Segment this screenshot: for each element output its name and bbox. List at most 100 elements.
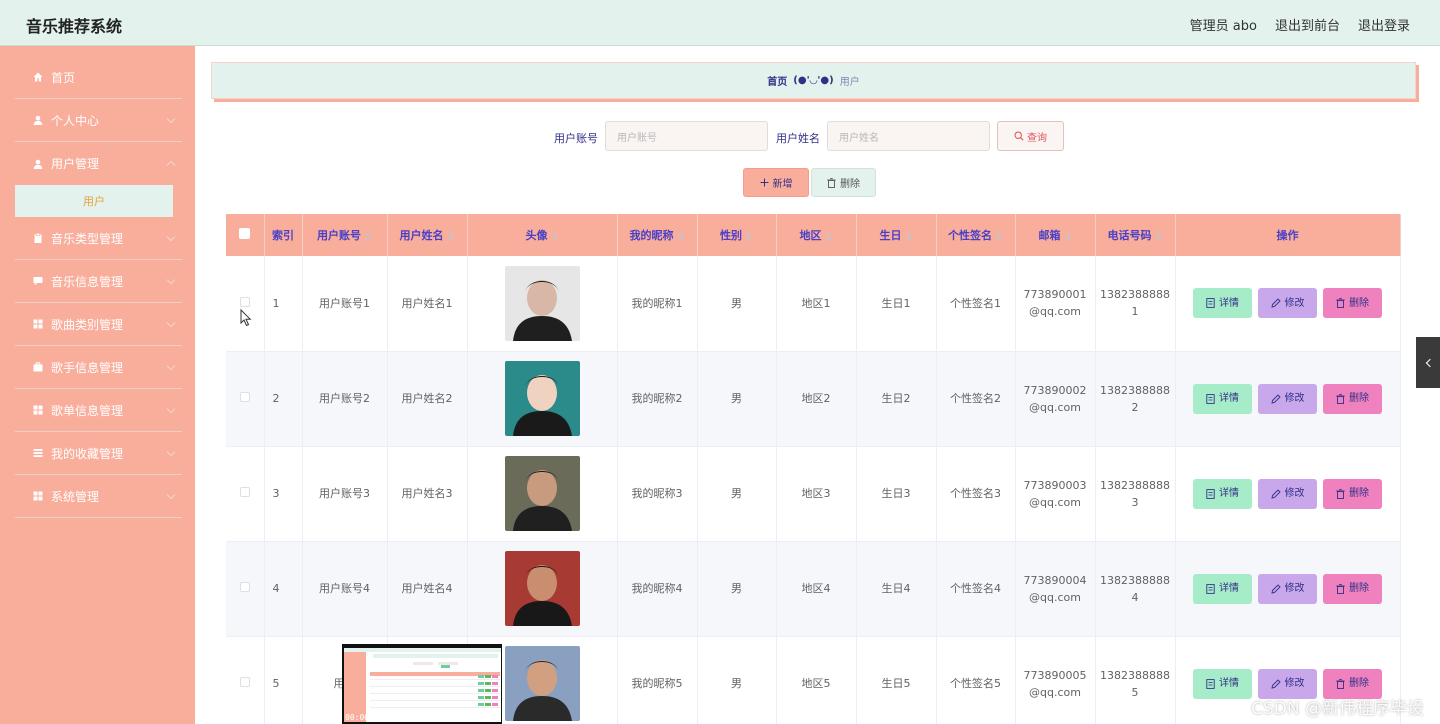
column-header-signature[interactable]: 个性签名 [936,214,1016,256]
column-header-email[interactable]: 邮箱 [1015,214,1096,256]
sidebar-item-music-info-management[interactable]: 音乐信息管理 [15,260,182,303]
sidebar-item-system-management[interactable]: 系统管理 [15,475,182,518]
chevron-down-icon [166,318,176,328]
detail-button[interactable]: 详情 [1193,573,1252,604]
sidebar-item-personal-center[interactable]: 个人中心 [15,99,182,142]
detail-button[interactable]: 详情 [1193,288,1252,319]
email-line-1: 773890002 [1023,383,1087,397]
column-header-phone[interactable]: 电话号码 [1095,214,1176,256]
detail-button[interactable]: 详情 [1193,478,1252,509]
column-header-name[interactable]: 用户姓名 [387,214,468,256]
cell-select[interactable] [226,446,265,542]
edit-button-label: 修改 [1284,583,1305,594]
column-header-label: 地区 [799,229,822,242]
trash-icon [1336,298,1345,309]
app-title: 音乐推荐系统 [26,17,123,36]
detail-button[interactable]: 详情 [1193,668,1252,699]
cell-avatar [467,351,618,447]
table-row[interactable]: 4 用户账号4 用户姓名4 我的昵称4 男地区4 生日4 个性签名4 773890004 @qq… [226,541,1401,637]
sort-icon[interactable] [447,231,455,241]
sort-icon[interactable] [995,231,1003,241]
user-icon [33,115,43,125]
sort-icon[interactable] [1155,231,1163,241]
phone-line-2: 5 [1131,685,1139,699]
sort-icon[interactable] [905,231,913,241]
column-header-region[interactable]: 地区 [776,214,857,256]
column-header-label: 生日 [879,229,902,242]
phone-line-2: 2 [1131,400,1139,414]
row-checkbox[interactable] [239,296,250,307]
column-header-gender[interactable]: 性别 [697,214,777,256]
video-preview-thumbnail[interactable]: 00:00:00 [342,644,502,724]
cell-birthday: 生日4 [856,541,937,637]
column-header-nickname[interactable]: 我的昵称 [617,214,698,256]
sort-icon[interactable] [364,231,372,241]
add-button[interactable]: 新增 [743,168,809,197]
sidebar-item-playlist-info-management[interactable]: 歌单信息管理 [15,389,182,432]
detail-button[interactable]: 详情 [1193,383,1252,414]
edit-button[interactable]: 修改 [1258,478,1317,509]
trash-icon [1336,488,1345,499]
column-header-label: 我的昵称 [629,229,674,242]
sidebar-item-song-category-management[interactable]: 歌曲类别管理 [15,303,182,346]
sidebar-item-user-management[interactable]: 用户管理 [15,142,182,185]
cell-select[interactable] [226,351,265,447]
batch-delete-button[interactable]: 删除 [811,168,876,197]
select-all-header[interactable] [226,214,265,256]
cell-region: 地区4 [776,541,857,637]
column-header-birthday[interactable]: 生日 [856,214,937,256]
sort-icon[interactable] [825,231,833,241]
column-header-label: 索引 [272,229,294,242]
row-checkbox[interactable] [239,392,250,402]
delete-button-label: 删除 [1349,488,1369,499]
table-row[interactable]: 3 用户账号3 用户姓名3 我的昵称3 男地区3 生日3 个性签名3 773890003 @qq… [226,446,1401,542]
chevron-down-icon [166,232,176,242]
cell-birthday: 生日2 [856,351,937,447]
collapse-panel-button[interactable] [1416,337,1440,388]
logout-link[interactable]: 退出登录 [1358,15,1410,34]
search-bar: 用户账号 用户账号 用户姓名 用户姓名 查询 [195,121,1440,151]
sort-icon[interactable] [677,231,685,241]
query-button[interactable]: 查询 [997,121,1064,151]
delete-button[interactable]: 删除 [1323,478,1382,509]
delete-button[interactable]: 删除 [1323,573,1382,604]
exit-to-front-link[interactable]: 退出到前台 [1275,15,1340,34]
top-header: 音乐推荐系统 管理员 abo 退出到前台 退出登录 [0,0,1440,46]
breadcrumb-home-link[interactable]: 首页 [767,73,787,88]
briefcase-icon [33,362,43,372]
sidebar-item-home[interactable]: 首页 [15,56,182,99]
sidebar-item-music-type-management[interactable]: 音乐类型管理 [15,217,182,260]
edit-button[interactable]: 修改 [1258,288,1317,319]
row-checkbox[interactable] [239,487,250,497]
sort-icon[interactable] [745,231,753,241]
sort-icon[interactable] [551,231,559,241]
edit-icon [1270,298,1281,308]
name-search-input[interactable]: 用户姓名 [827,121,990,151]
delete-button[interactable]: 删除 [1323,383,1382,414]
row-actions: 详情 修改 删除 [1176,573,1400,604]
cell-select[interactable] [226,541,265,637]
preview-timestamp: 00:00:00 [345,713,384,722]
edit-icon [1270,583,1281,594]
document-icon [1206,393,1215,404]
account-search-input[interactable]: 用户账号 [605,121,768,151]
edit-button[interactable]: 修改 [1258,383,1317,414]
cell-select[interactable] [226,256,265,352]
column-header-avatar[interactable]: 头像 [467,214,618,256]
row-checkbox[interactable] [239,677,250,687]
row-checkbox[interactable] [239,582,250,592]
edit-button[interactable]: 修改 [1258,573,1317,604]
delete-button[interactable]: 删除 [1323,288,1382,319]
cell-select[interactable] [226,636,265,724]
cell-phone: 1382388888 5 [1095,636,1176,724]
table-row[interactable]: 2 用户账号2 用户姓名2 我的昵称2 男地区2 生日2 个性签名2 773890002 @qq… [226,351,1401,447]
sidebar-item-singer-info-management[interactable]: 歌手信息管理 [15,346,182,389]
table-row[interactable]: 1 用户账号1 用户姓名1 我的昵称1 男地区1 生日1 个性签名1 773890001 @qq… [226,256,1401,352]
select-all-checkbox[interactable] [239,228,251,239]
cell-phone: 1382388888 3 [1095,446,1176,542]
sort-icon[interactable] [1064,231,1072,241]
sidebar-item-favorites-management[interactable]: 我的收藏管理 [15,432,182,475]
column-header-account[interactable]: 用户账号 [302,214,388,256]
sidebar-subitem-users[interactable]: 用户 [15,185,173,217]
column-header-label: 个性签名 [948,229,992,242]
